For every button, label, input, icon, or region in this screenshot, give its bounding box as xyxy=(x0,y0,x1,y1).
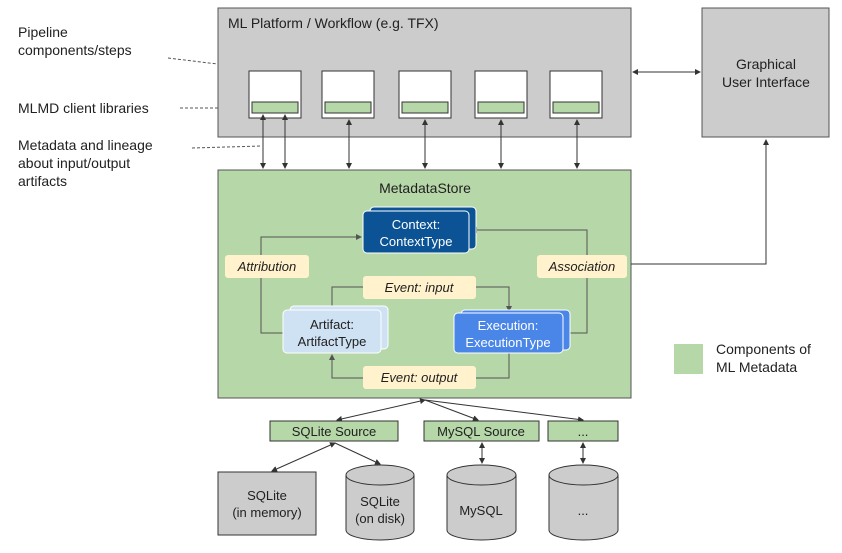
diagram-text: artifacts xyxy=(18,173,67,189)
source-mysql: MySQL Source xyxy=(423,420,540,442)
mlmd-client-library xyxy=(251,101,299,114)
diagram-text: Context: xyxy=(392,217,440,232)
pipeline-component xyxy=(398,70,452,119)
mlmd-architecture-diagram: Pipeline components/steps MLMD client li… xyxy=(18,7,830,541)
store-gui-link xyxy=(631,139,769,265)
diagram-text: SQLite Source xyxy=(292,424,377,439)
pipeline-component xyxy=(474,70,528,119)
diagram-text: Artifact: xyxy=(310,317,354,332)
diagram-text: ... xyxy=(578,424,589,439)
diagram-text: ... xyxy=(578,503,589,518)
mlmd-client-library xyxy=(401,101,449,114)
mlmd-client-library xyxy=(552,101,600,114)
diagram-text: components/steps xyxy=(18,42,132,58)
diagram-text: about input/output xyxy=(18,155,130,171)
diagram-text: Execution: xyxy=(478,318,539,333)
diagram-text: Components of xyxy=(716,341,811,357)
diagram-text: ExecutionType xyxy=(465,335,550,350)
diagram-text: ML Platform / Workflow (e.g. TFX) xyxy=(228,15,439,31)
mlmd-client-library xyxy=(324,101,372,114)
diagram-text: Event: input xyxy=(385,280,455,295)
source-other: ... xyxy=(547,420,619,442)
diagram-text: Event: output xyxy=(381,370,459,385)
event-input-label: Event: input xyxy=(363,276,476,299)
pipeline-component xyxy=(549,70,603,119)
diagram-text: ML Metadata xyxy=(716,359,797,375)
context-node: Context: ContextType xyxy=(362,206,477,254)
diagram-text: MLMD client libraries xyxy=(18,100,149,116)
diagram-text: MySQL xyxy=(459,503,502,518)
diagram-text: MySQL Source xyxy=(437,424,525,439)
legend-swatch xyxy=(674,344,703,374)
legend: Components of ML Metadata xyxy=(674,341,811,375)
storage-mysql-cylinder: MySQL xyxy=(446,464,517,541)
diagram-text: (on disk) xyxy=(355,511,405,526)
storage-sqlite-memory: SQLite (in memory) xyxy=(217,471,317,536)
storage-other-cylinder: ... xyxy=(548,464,619,541)
diagram-text: ContextType xyxy=(380,234,453,249)
diagram-text: MetadataStore xyxy=(379,180,471,196)
diagram-text: User Interface xyxy=(722,74,810,90)
annotation-client-libraries: MLMD client libraries xyxy=(18,100,249,116)
diagram-text: ArtifactType xyxy=(298,334,367,349)
diagram-text: (in memory) xyxy=(232,505,301,520)
diagram-text: Attribution xyxy=(237,259,297,274)
diagram-text: SQLite xyxy=(360,494,400,509)
execution-node: Execution: ExecutionType xyxy=(453,309,571,354)
pipeline-component xyxy=(321,70,375,119)
source-sqlite: SQLite Source xyxy=(269,420,399,442)
diagram-text: Association xyxy=(548,259,615,274)
diagram-text: SQLite xyxy=(247,488,287,503)
storage-sqlite-disk-cylinder: SQLite (on disk) xyxy=(345,464,415,541)
association-label: Association xyxy=(537,255,627,278)
pipeline-component xyxy=(248,70,302,119)
mlmd-client-library xyxy=(477,101,525,114)
artifact-node: Artifact: ArtifactType xyxy=(282,305,389,354)
event-output-label: Event: output xyxy=(363,366,476,389)
diagram-text: Graphical xyxy=(736,56,796,72)
attribution-label: Attribution xyxy=(225,255,309,278)
diagram-text: Metadata and lineage xyxy=(18,137,153,153)
diagram-text: Pipeline xyxy=(18,24,68,40)
gui-box: Graphical User Interface xyxy=(701,7,830,138)
